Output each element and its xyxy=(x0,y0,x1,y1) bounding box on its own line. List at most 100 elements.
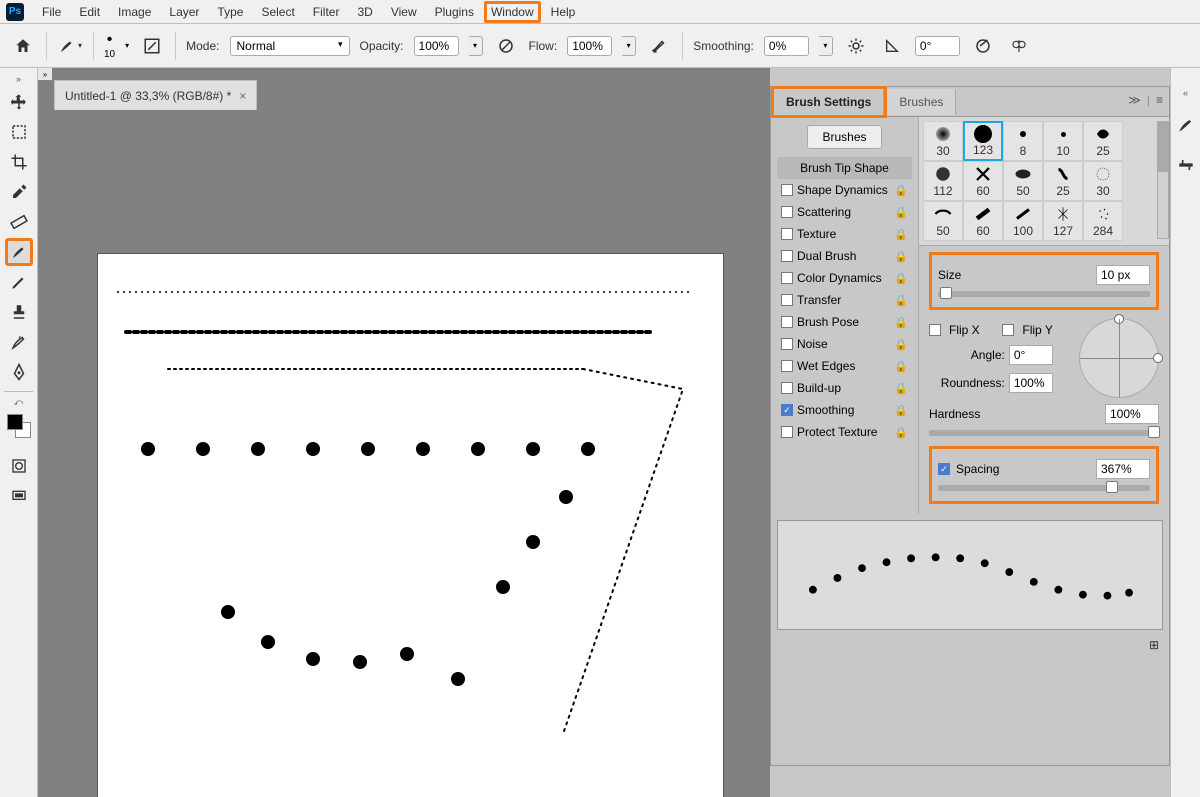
screen-mode-icon[interactable] xyxy=(5,482,33,510)
lock-icon[interactable]: 🔒 xyxy=(894,338,908,351)
bs-texture[interactable]: Texture🔒 xyxy=(777,223,912,245)
brush-thumb[interactable]: 100 xyxy=(1003,201,1043,241)
document-tab[interactable]: Untitled-1 @ 33,3% (RGB/8#) * × xyxy=(54,80,257,110)
brush-thumb[interactable]: 50 xyxy=(923,201,963,241)
menu-3d[interactable]: 3D xyxy=(349,2,380,22)
flipy-checkbox[interactable] xyxy=(1002,324,1014,336)
chevron-down-icon[interactable]: ▾ xyxy=(125,41,129,50)
brush-thumb[interactable]: 30 xyxy=(1083,161,1123,201)
hardness-slider[interactable] xyxy=(929,430,1159,436)
bs-dual-brush[interactable]: Dual Brush🔒 xyxy=(777,245,912,267)
tab-brush-settings[interactable]: Brush Settings xyxy=(774,89,884,115)
pen-tool[interactable] xyxy=(5,358,33,386)
smoothing-options-gear-icon[interactable] xyxy=(843,33,869,59)
pressure-size-icon[interactable] xyxy=(970,33,996,59)
brush-angle-input[interactable]: 0° xyxy=(915,36,960,56)
ruler-tool[interactable] xyxy=(5,208,33,236)
bs-protect-texture[interactable]: Protect Texture🔒 xyxy=(777,421,912,443)
lock-icon[interactable]: 🔒 xyxy=(894,382,908,395)
menu-type[interactable]: Type xyxy=(209,2,251,22)
canvas[interactable] xyxy=(98,254,723,797)
home-icon[interactable] xyxy=(10,33,36,59)
lock-icon[interactable]: 🔒 xyxy=(894,404,908,417)
move-tool[interactable] xyxy=(5,88,33,116)
bs-smoothing[interactable]: ✓Smoothing🔒 xyxy=(777,399,912,421)
smoothing-dropdown-icon[interactable]: ▾ xyxy=(819,36,833,56)
menu-layer[interactable]: Layer xyxy=(161,2,207,22)
pressure-opacity-icon[interactable] xyxy=(493,33,519,59)
spacing-checkbox[interactable]: ✓ xyxy=(938,463,950,475)
brush-thumb[interactable]: 50 xyxy=(1003,161,1043,201)
menu-select[interactable]: Select xyxy=(253,2,302,22)
brush-panel-icon[interactable] xyxy=(1173,112,1199,138)
bs-shape-dynamics[interactable]: Shape Dynamics🔒 xyxy=(777,179,912,201)
lock-icon[interactable]: 🔒 xyxy=(894,184,908,197)
swatches-panel-icon[interactable] xyxy=(1173,152,1199,178)
brush-thumb[interactable]: 284 xyxy=(1083,201,1123,241)
brush-preset-picker[interactable]: • 10 xyxy=(104,31,115,60)
spacing-input[interactable]: 367% xyxy=(1096,459,1150,479)
menu-file[interactable]: File xyxy=(34,2,69,22)
brush-tool[interactable] xyxy=(5,238,33,266)
brush-thumb[interactable]: 123 xyxy=(963,121,1003,161)
stamp-tool[interactable] xyxy=(5,298,33,326)
menu-image[interactable]: Image xyxy=(110,2,159,22)
angle-input[interactable]: 0° xyxy=(1009,345,1053,365)
thumbnails-scrollbar[interactable] xyxy=(1157,121,1169,239)
close-tab-icon[interactable]: × xyxy=(239,89,246,103)
brush-thumb[interactable]: 25 xyxy=(1083,121,1123,161)
marquee-tool[interactable] xyxy=(5,118,33,146)
lock-icon[interactable]: 🔒 xyxy=(894,250,908,263)
flow-input[interactable]: 100% xyxy=(567,36,612,56)
expand-tools-icon[interactable]: » xyxy=(16,74,21,84)
brush-thumb[interactable]: 10 xyxy=(1043,121,1083,161)
menu-edit[interactable]: Edit xyxy=(71,2,108,22)
flow-dropdown-icon[interactable]: ▾ xyxy=(622,36,636,56)
tab-bar-expand-icon[interactable]: » xyxy=(38,68,52,80)
airbrush-icon[interactable] xyxy=(646,33,672,59)
size-input[interactable]: 10 px xyxy=(1096,265,1150,285)
pencil-tool[interactable] xyxy=(5,268,33,296)
opacity-input[interactable]: 100% xyxy=(414,36,459,56)
bs-build-up[interactable]: Build-up🔒 xyxy=(777,377,912,399)
blend-mode-select[interactable]: Normal▾ xyxy=(230,36,350,56)
menu-window[interactable]: Window xyxy=(484,1,541,23)
brush-tool-indicator-icon[interactable]: ▾ xyxy=(57,33,83,59)
brush-thumb[interactable]: 25 xyxy=(1043,161,1083,201)
menu-view[interactable]: View xyxy=(383,2,425,22)
opacity-dropdown-icon[interactable]: ▾ xyxy=(469,36,483,56)
menu-help[interactable]: Help xyxy=(543,2,584,22)
lock-icon[interactable]: 🔒 xyxy=(894,228,908,241)
brush-panel-toggle-icon[interactable] xyxy=(139,33,165,59)
new-brush-preset-icon[interactable]: ⊞ xyxy=(1149,638,1159,652)
brush-thumb[interactable]: 112 xyxy=(923,161,963,201)
bs-brush-pose[interactable]: Brush Pose🔒 xyxy=(777,311,912,333)
lock-icon[interactable]: 🔒 xyxy=(894,426,908,439)
flipx-checkbox[interactable] xyxy=(929,324,941,336)
bs-brush-tip-shape[interactable]: Brush Tip Shape xyxy=(777,157,912,179)
brushes-button[interactable]: Brushes xyxy=(807,125,881,149)
bs-wet-edges[interactable]: Wet Edges🔒 xyxy=(777,355,912,377)
lock-icon[interactable]: 🔒 xyxy=(894,316,908,329)
bs-color-dynamics[interactable]: Color Dynamics🔒 xyxy=(777,267,912,289)
bs-scattering[interactable]: Scattering🔒 xyxy=(777,201,912,223)
spacing-slider[interactable] xyxy=(938,485,1150,491)
tab-brushes[interactable]: Brushes xyxy=(887,89,956,115)
brush-thumb[interactable]: 8 xyxy=(1003,121,1043,161)
foreground-background-colors[interactable] xyxy=(7,414,31,438)
swap-colors-icon[interactable]: ⤺ xyxy=(14,397,24,408)
bs-noise[interactable]: Noise🔒 xyxy=(777,333,912,355)
brush-thumb[interactable]: 60 xyxy=(963,201,1003,241)
symmetry-butterfly-icon[interactable] xyxy=(1006,33,1032,59)
crop-tool[interactable] xyxy=(5,148,33,176)
angle-roundness-widget[interactable] xyxy=(1079,318,1159,398)
roundness-input[interactable]: 100% xyxy=(1009,373,1053,393)
brush-thumb[interactable]: 60 xyxy=(963,161,1003,201)
lock-icon[interactable]: 🔒 xyxy=(894,294,908,307)
expand-right-strip-icon[interactable]: « xyxy=(1183,88,1188,98)
menu-filter[interactable]: Filter xyxy=(305,2,348,22)
brush-thumb[interactable]: 30 xyxy=(923,121,963,161)
lock-icon[interactable]: 🔒 xyxy=(894,360,908,373)
panel-menu-icon[interactable]: ≡ xyxy=(1156,93,1163,107)
eyedropper-tool[interactable] xyxy=(5,178,33,206)
